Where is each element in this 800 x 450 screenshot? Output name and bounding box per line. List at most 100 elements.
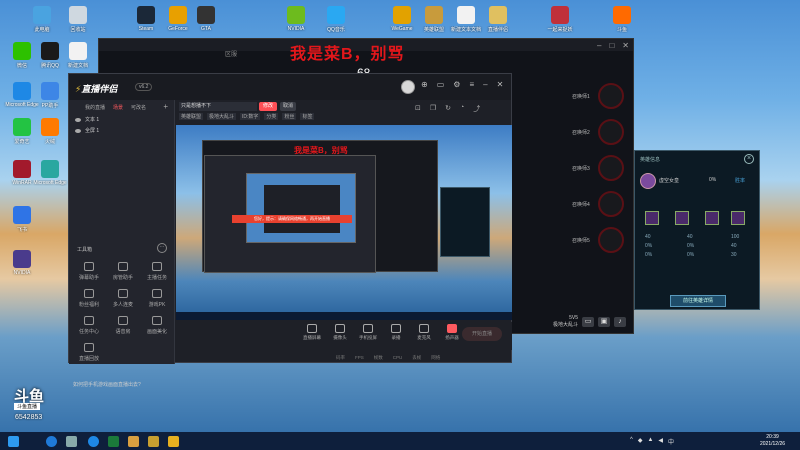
- minimize-icon[interactable]: –: [483, 80, 487, 89]
- copy-icon[interactable]: ❐: [430, 104, 436, 114]
- summoner-slot[interactable]: 召唤师4: [510, 186, 630, 222]
- desktop-icon[interactable]: QQ音乐: [316, 6, 356, 33]
- screen-icon[interactable]: ▭: [437, 80, 445, 89]
- stats-mid: 40 0% 0%: [687, 234, 695, 258]
- add-scene-icon[interactable]: +: [163, 103, 168, 114]
- summoner-slot[interactable]: 召唤师3: [510, 150, 630, 186]
- desktop-icon[interactable]: PP助手: [30, 82, 70, 109]
- explorer-icon[interactable]: [128, 436, 139, 447]
- network-icon[interactable]: ▲: [647, 437, 653, 446]
- champion-name: 虚空女皇: [659, 178, 680, 184]
- eye-icon[interactable]: [75, 128, 81, 133]
- system-clock[interactable]: 20:39 2021/12/26: [760, 434, 785, 448]
- tool-icon: [84, 289, 94, 298]
- toolbox-item[interactable]: 粉丝福利: [73, 289, 105, 308]
- toolbar-button[interactable]: 直播屏幕: [298, 322, 326, 341]
- source-item[interactable]: 全屏 1: [69, 125, 174, 136]
- summoner-slot[interactable]: 召唤师1: [510, 78, 630, 114]
- windows-start-icon[interactable]: [8, 436, 19, 447]
- toolbox-item[interactable]: 多人连麦: [107, 289, 139, 308]
- summoner-slot[interactable]: 召唤师2: [510, 114, 630, 150]
- refresh-icon[interactable]: ↻: [445, 104, 451, 114]
- app-icon: [393, 6, 411, 24]
- toolbox-item[interactable]: 主播任务: [141, 262, 173, 281]
- input-method-icon[interactable]: 中: [668, 437, 674, 446]
- shield-icon[interactable]: ◆: [638, 437, 643, 446]
- rune-icon: [675, 211, 689, 225]
- tab-rename[interactable]: 可改名: [131, 104, 146, 114]
- lol-client-icon[interactable]: [148, 436, 159, 447]
- desktop-icon[interactable]: 一起来捉妖: [540, 6, 580, 33]
- close-icon[interactable]: ✕: [497, 80, 504, 89]
- share-icon[interactable]: ⤴: [473, 104, 480, 114]
- desktop-icon[interactable]: NVIDIA: [276, 6, 316, 32]
- toolbox-item[interactable]: 直播回放: [73, 343, 105, 362]
- desktop-icon[interactable]: GTA: [186, 6, 226, 32]
- toolbox-item[interactable]: 任务中心: [73, 316, 105, 335]
- preview-notice: 您好，提示：请确保网络畅通，再开始直播: [232, 215, 352, 223]
- lock-icon[interactable]: ⊡: [415, 104, 421, 114]
- champion-pct: 0%: [709, 177, 717, 183]
- toolbox-item[interactable]: 弹幕助手: [73, 262, 105, 281]
- streaming-app-taskbar-icon[interactable]: [168, 436, 179, 447]
- edge-icon[interactable]: [88, 436, 99, 447]
- more-icon[interactable]: ···: [157, 243, 167, 253]
- app-icon: [13, 250, 31, 268]
- mic-icon[interactable]: ♪: [614, 317, 626, 327]
- toolbar-label: 摄像头: [333, 335, 347, 340]
- desktop-icon[interactable]: 斗鱼: [602, 6, 642, 33]
- system-tray: ^ ◆ ▲ ◀ 中: [630, 437, 674, 446]
- desktop-icon[interactable]: 回收站: [58, 6, 98, 33]
- champion-portrait: [640, 173, 656, 189]
- minimize-icon[interactable]: –: [597, 41, 601, 50]
- source-item[interactable]: 文本 1: [69, 114, 174, 125]
- desktop-icon[interactable]: 新建文档: [58, 42, 98, 69]
- maximize-icon[interactable]: □: [609, 41, 614, 50]
- champion-tag: 胜率: [735, 178, 746, 184]
- close-icon[interactable]: ×: [744, 154, 754, 164]
- toolbar-button[interactable]: 录播: [382, 322, 410, 341]
- toolbox-item[interactable]: 语音房: [107, 316, 139, 335]
- toolbox-item[interactable]: 房管助手: [107, 262, 139, 281]
- settings-icon[interactable]: ▣: [598, 317, 610, 327]
- toolbar-button[interactable]: 摄像头: [326, 322, 354, 341]
- toolbar-button[interactable]: 手机投屏: [354, 322, 382, 341]
- stream-preview[interactable]: 我是菜B，别骂 您好，提示：请确保网络畅通，再开始直播: [176, 125, 512, 320]
- desktop-icon[interactable]: 飞书: [2, 206, 42, 233]
- gift-icon[interactable]: ⊕: [421, 80, 428, 89]
- summoner-slot[interactable]: 召唤师5: [510, 222, 630, 258]
- champion-detail-button[interactable]: 前往英雄详情: [670, 295, 726, 307]
- start-live-button[interactable]: 开始直播: [462, 327, 502, 341]
- tool-label: 直播回放: [78, 356, 99, 362]
- eye-icon[interactable]: [75, 117, 81, 122]
- help-banner[interactable]: 如何把手机游戏画面直播出去?: [69, 379, 175, 391]
- menu-icon[interactable]: ≡: [469, 80, 474, 89]
- desktop-icon[interactable]: 此电脑: [22, 6, 62, 33]
- task-view-icon[interactable]: [66, 436, 77, 447]
- bell-icon[interactable]: ◔: [460, 104, 464, 114]
- cancel-button[interactable]: 取消: [280, 102, 296, 111]
- app-icon: [13, 118, 31, 136]
- tab-scene[interactable]: 场景: [113, 104, 123, 114]
- desktop-icon-label: 火绒: [44, 139, 55, 145]
- volume-icon[interactable]: ◀: [658, 437, 663, 446]
- avatar[interactable]: [401, 80, 415, 94]
- desktop-icon[interactable]: 直播伴侣: [478, 6, 518, 33]
- app-icon: [13, 82, 31, 100]
- desktop-icon[interactable]: NVIDIA: [2, 250, 42, 276]
- desktop-icon[interactable]: 火绒: [30, 118, 70, 145]
- chat-icon[interactable]: ▭: [582, 317, 594, 327]
- tab-my-live[interactable]: 我的直播: [85, 104, 105, 114]
- toolbox-item[interactable]: 游戏PK: [141, 289, 173, 308]
- settings-icon[interactable]: ⚙: [453, 80, 460, 89]
- toolbar-button[interactable]: 麦克风: [410, 322, 438, 341]
- xbox-icon[interactable]: [108, 436, 119, 447]
- close-icon[interactable]: ✕: [622, 41, 629, 50]
- modify-button[interactable]: 修改: [259, 102, 277, 111]
- room-title-input[interactable]: 只是想播不下: [179, 102, 257, 111]
- tray-arrow-icon[interactable]: ^: [630, 437, 633, 446]
- search-icon[interactable]: [46, 436, 57, 447]
- streaming-app-window[interactable]: ⚡直播伴侣 v6.2 ⊕ ▭ ⚙ ≡ – ✕ 我的直播 场景 可改名 + 文本 …: [68, 73, 512, 388]
- desktop-icon[interactable]: Microsoft Edge: [30, 160, 70, 186]
- toolbox-item[interactable]: 画面美化: [141, 316, 173, 335]
